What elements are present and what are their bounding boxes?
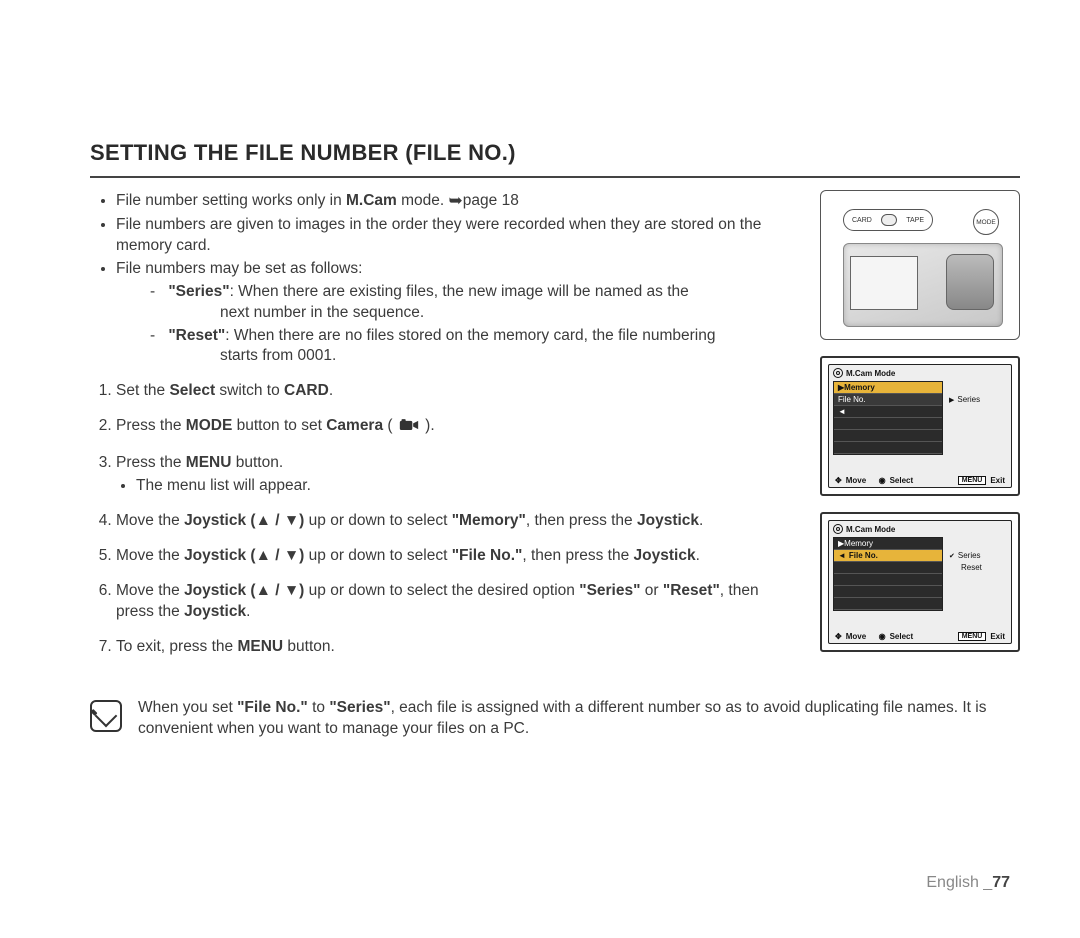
manual-page: SETTING THE FILE NUMBER (FILE NO.) File … (0, 0, 1080, 938)
menu-row-highlight: ◄File No. (834, 550, 942, 562)
joystick-select-icon: ◉ (879, 632, 886, 641)
menu-row-icons (834, 586, 942, 598)
menu-value-label: ✔Series (949, 551, 981, 560)
camera-lens (946, 254, 994, 310)
step-item: Press the MODE button to set Camera ( ). (116, 416, 800, 439)
joystick-select-icon: ◉ (879, 476, 886, 485)
page-footer: English _77 (926, 874, 1010, 892)
page-title: SETTING THE FILE NUMBER (FILE NO.) (90, 140, 1020, 166)
menu-footer: ✥Move ◉Select MENUExit (829, 476, 1011, 485)
menu-header: M.Cam Mode (833, 368, 895, 378)
camera-diagram: CARD TAPE MODE (820, 190, 1020, 340)
rec-mode-icon (833, 368, 843, 378)
menu-panel: ▶Memory File No. ◄ (833, 381, 943, 455)
switch-knob (881, 214, 897, 226)
note-icon (90, 700, 122, 732)
step-item: Move the Joystick (▲ / ▼) up or down to … (116, 511, 800, 532)
menu-row-highlight: ▶Memory (834, 382, 942, 394)
menu-row-icons (834, 418, 942, 430)
step-item: Set the Select switch to CARD. (116, 381, 800, 402)
menu-row-icons (834, 574, 942, 586)
menu-row-icons (834, 562, 942, 574)
steps-list: Set the Select switch to CARD. Press the… (90, 381, 800, 657)
note-text: When you set "File No." to "Series", eac… (138, 698, 1020, 740)
sub-bullet: - "Series": When there are existing file… (150, 282, 800, 324)
menu-row: File No. (834, 394, 942, 406)
camera-body (843, 243, 1003, 327)
intro-bullets: File number setting works only in M.Cam … (90, 190, 800, 367)
menu-value-label: Reset (949, 563, 982, 572)
camera-screen (850, 256, 918, 310)
note-block: When you set "File No." to "Series", eac… (90, 698, 1020, 740)
joystick-move-icon: ✥ (835, 476, 842, 485)
step-item: Press the MENU button. The menu list wil… (116, 453, 800, 497)
side-figures: CARD TAPE MODE M.Cam Mode ▶M (820, 190, 1020, 672)
caret-left-icon: ◄ (838, 551, 846, 560)
step-item: Move the Joystick (▲ / ▼) up or down to … (116, 581, 800, 623)
menu-header: M.Cam Mode (833, 524, 895, 534)
step-item: Move the Joystick (▲ / ▼) up or down to … (116, 546, 800, 567)
menu-panel: ▶Memory ◄File No. (833, 537, 943, 611)
bullet-item: File numbers are given to images in the … (116, 215, 800, 257)
menu-button-label: MENU (958, 476, 987, 485)
menu-button-label: MENU (958, 632, 987, 641)
title-rule (90, 176, 1020, 178)
bullet-item: File numbers may be set as follows: - "S… (116, 259, 800, 368)
bullet-item: File number setting works only in M.Cam … (116, 190, 800, 213)
menu-screenshot-1: M.Cam Mode ▶Memory File No. ◄ ▶Series ✥M… (820, 356, 1020, 496)
menu-row-icons (834, 598, 942, 610)
step-sub-item: The menu list will appear. (136, 476, 800, 497)
check-icon: ✔ (949, 552, 955, 560)
content-row: File number setting works only in M.Cam … (90, 190, 1020, 672)
caret-right-icon: ▶ (949, 396, 954, 404)
rec-mode-icon (833, 524, 843, 534)
menu-row-icons (834, 430, 942, 442)
menu-row-icons (834, 442, 942, 454)
menu-row: ▶Memory (834, 538, 942, 550)
step-item: To exit, press the MENU button. (116, 637, 800, 658)
mode-button-icon: MODE (973, 209, 999, 235)
text-column: File number setting works only in M.Cam … (90, 190, 800, 672)
pencil-icon (95, 704, 118, 727)
joystick-move-icon: ✥ (835, 632, 842, 641)
select-switch: CARD TAPE (843, 209, 933, 231)
page-ref-arrow-icon: ➥ (449, 191, 463, 210)
camera-icon (399, 418, 419, 439)
menu-screenshot-2: M.Cam Mode ▶Memory ◄File No. ✔Series Res… (820, 512, 1020, 652)
menu-row-icons: ◄ (834, 406, 942, 418)
sub-bullet: - "Reset": When there are no files store… (150, 326, 800, 368)
menu-footer: ✥Move ◉Select MENUExit (829, 632, 1011, 641)
menu-value-label: ▶Series (949, 395, 980, 404)
